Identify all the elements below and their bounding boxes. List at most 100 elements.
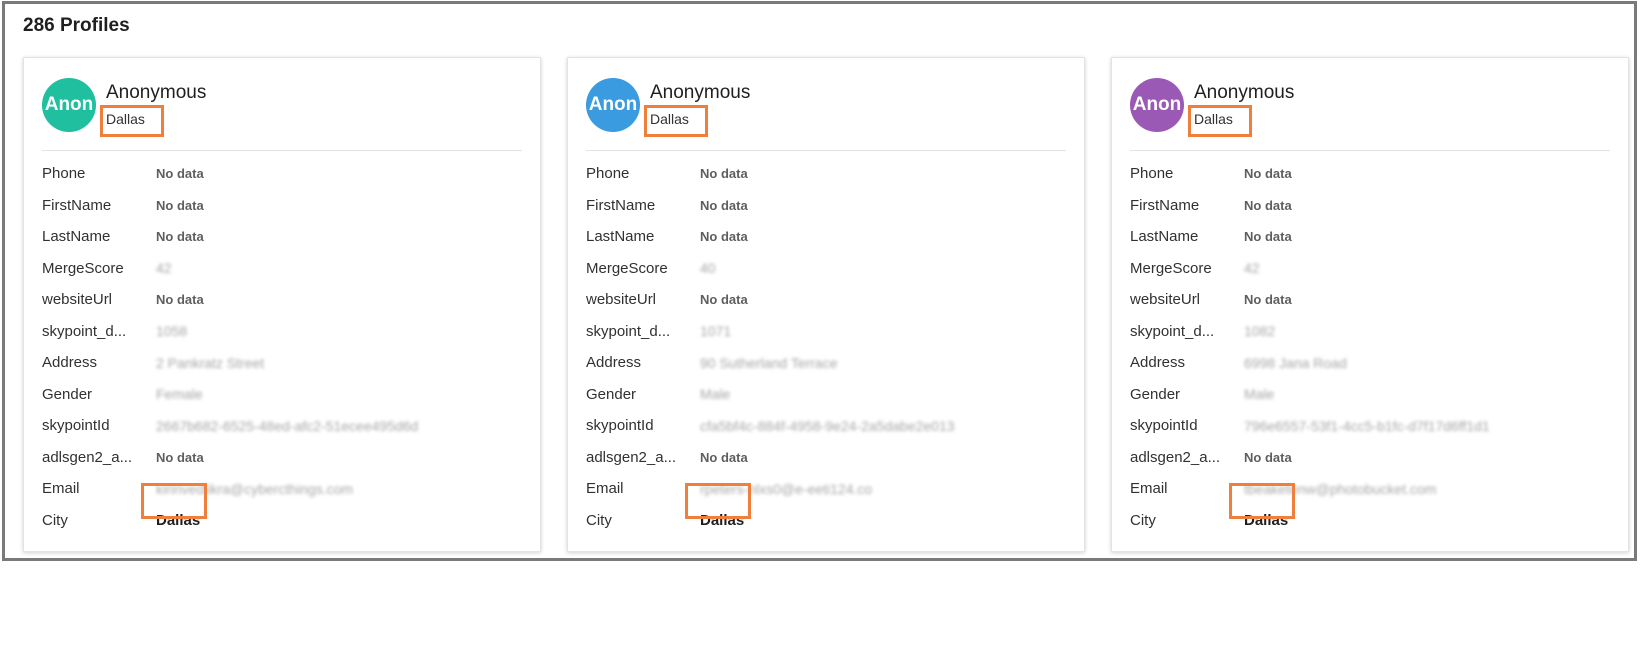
avatar: Anon xyxy=(1130,78,1184,132)
profile-card[interactable]: Anon Anonymous Dallas Phone No data First… xyxy=(23,57,541,552)
divider xyxy=(586,150,1066,151)
field-label: FirstName xyxy=(586,196,656,214)
field-row: FirstName No data xyxy=(42,190,522,222)
profile-name[interactable]: Anonymous xyxy=(1194,82,1294,104)
field-label: adlsgen2_a... xyxy=(1130,448,1221,466)
field-label: websiteUrl xyxy=(1130,291,1201,309)
profile-card[interactable]: Anon Anonymous Dallas Phone No data First… xyxy=(1111,57,1629,552)
field-row: Address 90 Sutherland Terrace xyxy=(586,347,1066,379)
divider xyxy=(42,150,522,151)
field-row: LastName No data xyxy=(42,221,522,253)
field-value: rpeters-nlxs0@e-eeti124.co xyxy=(700,480,873,497)
field-row: Address 6998 Jana Road xyxy=(1130,347,1610,379)
field-value: 6998 Jana Road xyxy=(1244,354,1347,371)
field-row: MergeScore 42 xyxy=(1130,253,1610,285)
field-label: Address xyxy=(1130,354,1186,372)
field-row: skypointId cfa5bf4c-884f-4958-9e24-2a5dab… xyxy=(586,410,1066,442)
field-label: Address xyxy=(42,354,98,372)
field-row: MergeScore 40 xyxy=(586,253,1066,285)
field-row: websiteUrl No data xyxy=(42,284,522,316)
field-row: websiteUrl No data xyxy=(1130,284,1610,316)
avatar: Anon xyxy=(586,78,640,132)
field-value: 796e6557-53f1-4cc5-b1fc-d7f17d6ff1d1 xyxy=(1244,417,1490,434)
field-label: Email xyxy=(1130,480,1168,498)
field-value: No data xyxy=(156,229,204,245)
field-label: skypointId xyxy=(42,417,110,435)
field-value: No data xyxy=(1244,197,1292,213)
field-row: City Dallas xyxy=(1130,505,1610,537)
profiles-panel: 286 Profiles Anon Anonymous Dallas Phone… xyxy=(2,1,1637,561)
field-label: skypointId xyxy=(586,417,654,435)
field-value: 90 Sutherland Terrace xyxy=(700,354,838,371)
field-label: skypoint_d... xyxy=(1130,322,1215,340)
field-label: Gender xyxy=(586,385,637,403)
field-row: Phone No data xyxy=(42,158,522,190)
field-value: 2 Pankratz Street xyxy=(156,354,265,371)
field-value: tbeaketenw@photobucket.com xyxy=(1244,480,1437,497)
field-label: adlsgen2_a... xyxy=(586,448,677,466)
field-value: 2667b682-6525-48ed-afc2-51ecee495d6d xyxy=(156,417,419,434)
profile-name[interactable]: Anonymous xyxy=(650,82,750,104)
field-row: adlsgen2_a... No data xyxy=(1130,442,1610,474)
field-label: Phone xyxy=(586,165,630,183)
field-label: FirstName xyxy=(42,196,112,214)
field-row: Phone No data xyxy=(1130,158,1610,190)
field-row: Email tbeaketenw@photobucket.com xyxy=(1130,473,1610,505)
profile-card[interactable]: Anon Anonymous Dallas Phone No data First… xyxy=(567,57,1085,552)
field-label: websiteUrl xyxy=(42,291,113,309)
field-value: No data xyxy=(1244,292,1292,308)
field-value: 1071 xyxy=(700,323,732,340)
field-value: No data xyxy=(700,197,748,213)
field-label: Email xyxy=(586,480,624,498)
field-row: Phone No data xyxy=(586,158,1066,190)
field-label: City xyxy=(1130,511,1156,529)
field-label: MergeScore xyxy=(42,259,124,277)
field-label: City xyxy=(586,511,612,529)
field-row: LastName No data xyxy=(586,221,1066,253)
field-row: Address 2 Pankratz Street xyxy=(42,347,522,379)
field-row: adlsgen2_a... No data xyxy=(586,442,1066,474)
field-value: Male xyxy=(700,386,731,403)
field-value: 1082 xyxy=(1244,323,1276,340)
field-value: No data xyxy=(156,449,204,465)
field-value: No data xyxy=(1244,229,1292,245)
field-list: Phone No data FirstName No data LastName No… xyxy=(42,158,522,536)
field-label: Phone xyxy=(42,165,86,183)
field-label: Gender xyxy=(42,385,93,403)
field-row: skypoint_d... 1071 xyxy=(586,316,1066,348)
profile-city-subtitle: Dallas xyxy=(106,111,145,127)
field-label: City xyxy=(42,511,68,529)
field-value: No data xyxy=(156,166,204,182)
field-label: skypoint_d... xyxy=(586,322,671,340)
field-row: LastName No data xyxy=(1130,221,1610,253)
field-value: 1058 xyxy=(156,323,188,340)
field-label: FirstName xyxy=(1130,196,1200,214)
field-label: MergeScore xyxy=(586,259,668,277)
field-row: FirstName No data xyxy=(1130,190,1610,222)
field-row: MergeScore 42 xyxy=(42,253,522,285)
field-label: websiteUrl xyxy=(586,291,657,309)
field-value: No data xyxy=(1244,449,1292,465)
profile-name[interactable]: Anonymous xyxy=(106,82,206,104)
profile-city-subtitle: Dallas xyxy=(1194,111,1233,127)
field-value: No data xyxy=(156,292,204,308)
field-row: skypoint_d... 1058 xyxy=(42,316,522,348)
avatar: Anon xyxy=(42,78,96,132)
field-value: Dallas xyxy=(1244,511,1289,529)
field-list: Phone No data FirstName No data LastName No… xyxy=(1130,158,1610,536)
field-value: 40 xyxy=(700,260,716,277)
field-row: skypoint_d... 1082 xyxy=(1130,316,1610,348)
field-value: Dallas xyxy=(156,511,201,529)
field-row: skypointId 796e6557-53f1-4cc5-b1fc-d7f17d… xyxy=(1130,410,1610,442)
field-label: Phone xyxy=(1130,165,1174,183)
field-row: adlsgen2_a... No data xyxy=(42,442,522,474)
field-value: 42 xyxy=(1244,260,1260,277)
field-label: skypointId xyxy=(1130,417,1198,435)
field-value: Female xyxy=(156,386,203,403)
field-label: adlsgen2_a... xyxy=(42,448,133,466)
field-label: LastName xyxy=(1130,228,1199,246)
field-value: Male xyxy=(1244,386,1275,403)
field-label: LastName xyxy=(42,228,111,246)
field-row: websiteUrl No data xyxy=(586,284,1066,316)
field-row: Gender Male xyxy=(1130,379,1610,411)
